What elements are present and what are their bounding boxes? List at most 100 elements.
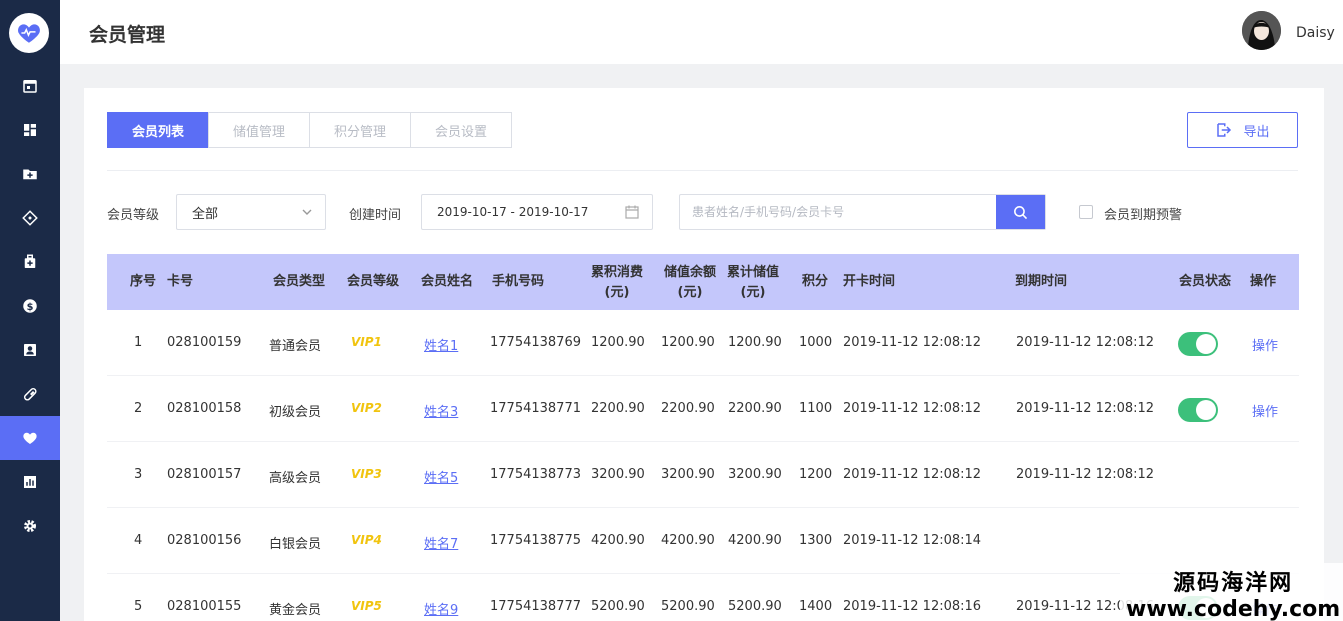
export-button[interactable]: 导出 — [1187, 112, 1298, 148]
status-toggle[interactable] — [1178, 398, 1218, 422]
cell-spend: 1200.90 — [591, 335, 645, 350]
th-stored: 累计储值 (元) — [720, 263, 786, 303]
nav-folder-add[interactable] — [0, 152, 60, 196]
cell-name[interactable]: 姓名5 — [424, 467, 458, 486]
status-toggle[interactable] — [1178, 332, 1218, 356]
cell-stored: 3200.90 — [728, 467, 782, 482]
th-stored-line2: (元) — [740, 285, 766, 300]
cell-no: 1 — [134, 335, 143, 350]
cell-phone: 17754138771 — [490, 401, 581, 416]
search-icon — [1014, 205, 1028, 219]
cell-level: VIP2 — [351, 401, 382, 415]
table-row: 1 028100159 普通会员 VIP1 姓名1 17754138769 1200.90 1… — [107, 310, 1299, 376]
th-type: 会员类型 — [272, 274, 325, 289]
nav-medical[interactable] — [0, 240, 60, 284]
cell-phone: 17754138777 — [490, 599, 581, 614]
date-range-value: 2019-10-17 - 2019-10-17 — [437, 205, 589, 219]
avatar[interactable] — [1242, 11, 1281, 50]
logo[interactable] — [9, 13, 49, 53]
cell-points: 1000 — [799, 335, 833, 350]
cell-op[interactable]: 操作 — [1252, 401, 1278, 420]
dollar-icon: $ — [23, 299, 37, 313]
cell-op[interactable]: 操作 — [1252, 335, 1278, 354]
cell-balance: 3200.90 — [661, 467, 715, 482]
cell-level: VIP3 — [351, 467, 382, 481]
cell-points: 1100 — [799, 401, 833, 416]
cell-points: 1400 — [799, 599, 833, 614]
search-button[interactable] — [996, 195, 1045, 229]
dashboard-icon — [24, 124, 36, 136]
cell-spend: 5200.90 — [591, 599, 645, 614]
cell-expire: 2019-11-12 12:08:12 — [1016, 335, 1155, 350]
cell-card: 028100157 — [167, 467, 242, 482]
level-filter-label: 会员等级 — [107, 208, 160, 223]
search-input[interactable] — [680, 195, 990, 229]
nav-contacts[interactable] — [0, 328, 60, 372]
watermark: 源码海洋网 www.codehy.com — [1120, 563, 1343, 621]
cell-balance: 2200.90 — [661, 401, 715, 416]
th-expire-time: 到期时间 — [1015, 274, 1068, 289]
cell-type: 普通会员 — [269, 339, 322, 354]
cell-open: 2019-11-12 12:08:16 — [843, 599, 982, 614]
folder-add-icon — [23, 169, 37, 180]
nav-settings[interactable] — [0, 504, 60, 548]
nav-billing[interactable]: $ — [0, 284, 60, 328]
cell-stored: 2200.90 — [728, 401, 782, 416]
calendar-picker-icon — [625, 205, 639, 219]
cell-expire: 2019-11-12 12:08:12 — [1016, 467, 1155, 482]
th-phone: 手机号码 — [491, 274, 544, 289]
cell-balance: 5200.90 — [661, 599, 715, 614]
th-level: 会员等级 — [346, 274, 399, 289]
calendar-icon — [23, 80, 37, 93]
cell-name[interactable]: 姓名7 — [424, 533, 458, 552]
cell-card: 028100159 — [167, 335, 242, 350]
cell-stored: 5200.90 — [728, 599, 782, 614]
member-card: 会员列表 储值管理 积分管理 会员设置 导出 会员等级 全部 创建时间 2019… — [84, 88, 1343, 621]
cell-no: 4 — [134, 533, 143, 548]
cell-spend: 3200.90 — [591, 467, 645, 482]
cell-points: 1200 — [799, 467, 833, 482]
page-title: 会员管理 — [89, 24, 166, 46]
table-row: 2 028100158 初级会员 VIP2 姓名3 17754138771 2200.90 2… — [107, 376, 1299, 442]
user-name[interactable]: Daisy — [1296, 25, 1335, 41]
cell-name[interactable]: 姓名1 — [424, 335, 458, 354]
export-icon — [1217, 123, 1232, 137]
medical-kit-icon — [24, 254, 36, 268]
tab-member-list[interactable]: 会员列表 — [107, 112, 209, 148]
heart-pulse-logo-icon — [18, 24, 40, 43]
expire-warning-checkbox[interactable] — [1079, 205, 1093, 219]
cell-stored: 4200.90 — [728, 533, 782, 548]
cell-spend: 2200.90 — [591, 401, 645, 416]
tab-member-settings[interactable]: 会员设置 — [410, 112, 512, 148]
cell-phone: 17754138773 — [490, 467, 581, 482]
cell-type: 高级会员 — [269, 471, 322, 486]
cell-name[interactable]: 姓名9 — [424, 599, 458, 618]
tab-stored-value[interactable]: 储值管理 — [208, 112, 310, 148]
nav-calendar[interactable] — [0, 64, 60, 108]
th-spend-line2: (元) — [604, 285, 630, 300]
level-select[interactable]: 全部 — [176, 194, 326, 230]
th-balance-line1: 储值余额 — [663, 265, 716, 280]
th-status: 会员状态 — [1178, 274, 1231, 289]
nav-reports[interactable] — [0, 460, 60, 504]
settings-icon — [24, 520, 36, 532]
top-header: 会员管理 Daisy — [60, 0, 1343, 64]
contact-card-icon — [24, 344, 36, 356]
heart-icon — [23, 432, 37, 444]
th-spend-line1: 累积消费 — [590, 265, 643, 280]
cell-open: 2019-11-12 12:08:12 — [843, 401, 982, 416]
level-select-value: 全部 — [192, 206, 219, 222]
cell-balance: 4200.90 — [661, 533, 715, 548]
cell-open: 2019-11-12 12:08:14 — [843, 533, 982, 548]
bar-chart-icon — [24, 476, 36, 488]
nav-members[interactable] — [0, 416, 60, 460]
nav-diamond[interactable] — [0, 196, 60, 240]
pill-icon — [23, 387, 37, 401]
nav-medicine[interactable] — [0, 372, 60, 416]
date-range-picker[interactable]: 2019-10-17 - 2019-10-17 — [421, 194, 653, 230]
tab-points[interactable]: 积分管理 — [309, 112, 411, 148]
nav-dashboard[interactable] — [0, 108, 60, 152]
cell-type: 初级会员 — [269, 405, 322, 420]
cell-name[interactable]: 姓名3 — [424, 401, 458, 420]
cell-balance: 1200.90 — [661, 335, 715, 350]
